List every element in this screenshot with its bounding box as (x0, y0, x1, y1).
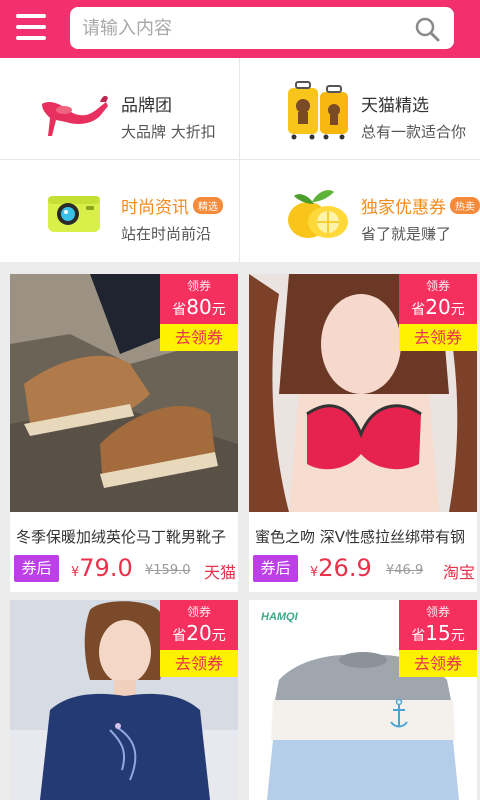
product-card[interactable]: 领券 省20元 去领券 蜜色之吻 深V性感拉丝绑带有钢 券后 ¥26.9 ¥46… (249, 274, 477, 592)
coupon-value: 20 (186, 621, 212, 645)
app-root: 品牌团 大品牌 大折扣 天猫精选 总有一款适合你 (0, 0, 480, 800)
category-title: 天猫精选 (361, 96, 429, 116)
coupon-amount-box: 领券 省15元 (399, 600, 477, 650)
category-brand-group[interactable]: 品牌团 大品牌 大折扣 (0, 58, 240, 160)
coupon-tag[interactable]: 领券 省15元 去领券 (399, 600, 477, 678)
category-subtitle: 大品牌 大折扣 (121, 123, 216, 141)
coupon-value: 80 (186, 295, 212, 319)
coupon-amount: 省80元 (160, 295, 238, 319)
price-row: 券后 ¥79.0 ¥159.0 天猫 (14, 554, 236, 584)
coupon-tag[interactable]: 领券 省80元 去领券 (160, 274, 238, 352)
category-subtitle: 站在时尚前沿 (121, 225, 212, 243)
coupon-suffix: 元 (450, 628, 465, 644)
hot-badge: 热卖 (450, 197, 480, 214)
coupon-amount-box: 领券 省80元 (160, 274, 238, 324)
coupon-prefix: 省 (411, 628, 426, 644)
after-coupon-tag: 券后 (253, 555, 298, 582)
product-card[interactable]: 领券 省80元 去领券 冬季保暖加绒英伦马丁靴男靴子 券后 ¥79.0 ¥159… (10, 274, 238, 592)
category-title-text: 独家优惠券 (361, 198, 446, 218)
menu-line (16, 36, 46, 40)
category-title: 独家优惠券 热卖 (361, 193, 480, 218)
search-input[interactable] (82, 7, 402, 49)
price-value: 79.0 (79, 554, 133, 582)
category-title-text: 时尚资讯 (121, 198, 189, 218)
category-grid: 品牌团 大品牌 大折扣 天猫精选 总有一款适合你 时尚资讯 精选 站在时尚前沿 … (0, 58, 480, 262)
original-price: ¥46.9 (386, 563, 424, 578)
camera-icon (48, 196, 100, 232)
coupon-prefix: 省 (172, 302, 187, 318)
category-subtitle: 总有一款适合你 (361, 123, 467, 141)
coupon-amount: 省20元 (399, 295, 477, 319)
menu-line (16, 14, 46, 18)
coupon-tag[interactable]: 领券 省20元 去领券 (160, 600, 238, 678)
coupon-prefix: 省 (172, 628, 187, 644)
category-subtitle: 省了就是赚了 (361, 225, 452, 243)
top-bar (0, 0, 480, 58)
coupon-suffix: 元 (211, 302, 226, 318)
coupon-suffix: 元 (211, 628, 226, 644)
price-row: 券后 ¥26.9 ¥46.9 淘宝 (253, 554, 475, 584)
high-heel-shoe-icon (42, 95, 108, 136)
coupon-prefix: 省 (411, 302, 426, 318)
after-coupon-tag: 券后 (14, 555, 59, 582)
product-title[interactable]: 冬季保暖加绒英伦马丁靴男靴子 (16, 526, 236, 547)
coupon-tag[interactable]: 领券 省20元 去领券 (399, 274, 477, 352)
category-fashion-news[interactable]: 时尚资讯 精选 站在时尚前沿 (0, 160, 240, 262)
coupon-suffix: 元 (450, 302, 465, 318)
product-card[interactable]: 领券 省20元 去领券 (10, 600, 238, 800)
coupon-label: 领券 (186, 605, 211, 619)
product-title[interactable]: 蜜色之吻 深V性感拉丝绑带有钢 (255, 526, 475, 547)
category-tmall-select[interactable]: 天猫精选 总有一款适合你 (240, 58, 480, 160)
get-coupon-button[interactable]: 去领券 (399, 650, 477, 677)
coupon-label: 领券 (425, 605, 450, 619)
brand-logo: HAMQI (261, 611, 299, 623)
product-card[interactable]: HAMQI 领券 省15元 去领券 (249, 600, 477, 800)
coupon-amount-box: 领券 省20元 (399, 274, 477, 324)
get-coupon-button[interactable]: 去领券 (160, 324, 238, 351)
coupon-value: 20 (425, 295, 451, 319)
platform-label: 淘宝 (442, 563, 475, 582)
get-coupon-button[interactable]: 去领券 (399, 324, 477, 351)
search-box[interactable] (70, 7, 454, 49)
search-icon[interactable] (414, 16, 440, 42)
coupon-amount: 省15元 (399, 621, 477, 645)
coupon-value: 15 (425, 621, 451, 645)
coupon-label: 领券 (425, 279, 450, 293)
featured-badge: 精选 (193, 197, 223, 214)
product-price: ¥26.9 (310, 554, 372, 582)
product-grid: 领券 省80元 去领券 冬季保暖加绒英伦马丁靴男靴子 券后 ¥79.0 ¥159… (0, 262, 480, 800)
suitcase-icon (288, 81, 348, 140)
price-value: 26.9 (318, 554, 372, 582)
category-title: 品牌团 (121, 96, 172, 116)
coupon-amount: 省20元 (160, 621, 238, 645)
lemon-icon (288, 190, 348, 238)
menu-line (16, 25, 46, 29)
coupon-label: 领券 (186, 279, 211, 293)
get-coupon-button[interactable]: 去领券 (160, 650, 238, 677)
original-price: ¥159.0 (145, 563, 191, 578)
category-exclusive-coupons[interactable]: 独家优惠券 热卖 省了就是赚了 (240, 160, 480, 262)
product-price: ¥79.0 (71, 554, 133, 582)
category-title: 时尚资讯 精选 (121, 193, 223, 218)
coupon-amount-box: 领券 省20元 (160, 600, 238, 650)
platform-label: 天猫 (203, 563, 236, 582)
menu-icon[interactable] (12, 10, 48, 46)
